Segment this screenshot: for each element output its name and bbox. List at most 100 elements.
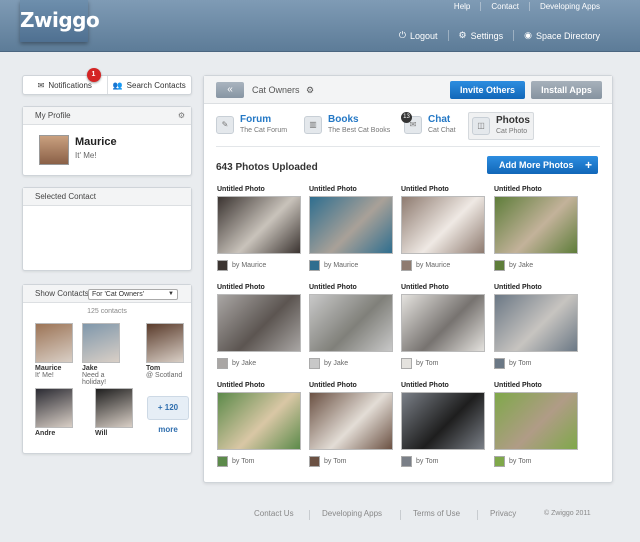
- settings-label: Settings: [470, 30, 504, 41]
- footer-developing-apps-link[interactable]: Developing Apps: [322, 509, 382, 518]
- left-tabs: ✉ Notifications 1 👥 Search Contacts: [22, 68, 192, 95]
- space-directory-link[interactable]: ◉ Space Directory: [513, 30, 610, 41]
- photo-title[interactable]: Untitled Photo: [401, 186, 487, 196]
- app-tab-chat[interactable]: ✉ 13 Chat Cat Chat: [401, 112, 466, 140]
- logout-link[interactable]: ⏻ Logout: [389, 30, 448, 41]
- contact-card[interactable]: Will: [95, 388, 137, 437]
- photo-card[interactable]: Untitled Photo by Tom: [494, 382, 580, 467]
- gear-icon[interactable]: ⚙: [306, 85, 314, 95]
- install-apps-button[interactable]: Install Apps: [531, 81, 602, 99]
- contacts-filter-value: For 'Cat Owners': [92, 291, 145, 298]
- add-more-photos-button[interactable]: Add More Photos +: [487, 156, 598, 174]
- more-contacts-button[interactable]: + 120 more: [147, 396, 189, 434]
- photo-thumbnail[interactable]: [401, 196, 485, 254]
- app-tab-subtitle: The Best Cat Books: [328, 127, 391, 134]
- developing-apps-link[interactable]: Developing Apps: [528, 2, 610, 11]
- search-contacts-tab[interactable]: 👥 Search Contacts: [108, 76, 192, 94]
- photo-card[interactable]: Untitled Photo by Tom: [401, 284, 487, 369]
- photo-card[interactable]: Untitled Photo by Tom: [401, 382, 487, 467]
- photos-count-title: 643 Photos Uploaded: [216, 162, 318, 173]
- notifications-label: Notifications: [48, 80, 92, 90]
- notifications-tab[interactable]: ✉ Notifications 1: [23, 68, 108, 94]
- help-link[interactable]: Help: [444, 2, 480, 11]
- footer-privacy-link[interactable]: Privacy: [490, 509, 516, 518]
- contact-status: It' Me!: [35, 372, 54, 379]
- photo-title[interactable]: Untitled Photo: [401, 284, 487, 294]
- photo-card[interactable]: Untitled Photo by Tom: [309, 382, 395, 467]
- author-avatar[interactable]: [494, 455, 505, 467]
- app-tab-title: Chat: [428, 114, 451, 125]
- zwiggo-logo[interactable]: Zwiggo: [20, 0, 100, 42]
- photo-title[interactable]: Untitled Photo: [401, 382, 487, 392]
- photo-thumbnail[interactable]: [217, 392, 301, 450]
- photo-thumbnail[interactable]: [494, 392, 578, 450]
- photo-author: by Maurice: [401, 259, 487, 271]
- gear-icon[interactable]: ⚙: [178, 107, 185, 125]
- author-avatar[interactable]: [494, 357, 505, 369]
- author-avatar[interactable]: [494, 259, 505, 271]
- photo-card[interactable]: Untitled Photo by Maurice: [217, 186, 303, 271]
- photo-card[interactable]: Untitled Photo by Tom: [494, 284, 580, 369]
- author-avatar[interactable]: [309, 259, 320, 271]
- footer: Contact Us Developing Apps Terms of Use …: [0, 509, 640, 523]
- photo-title[interactable]: Untitled Photo: [309, 186, 395, 196]
- app-tab-forum[interactable]: ✎ Forum The Cat Forum: [216, 112, 296, 140]
- app-tab-photos[interactable]: ◫ Photos Cat Photo: [468, 112, 534, 140]
- author-label: by Jake: [232, 359, 257, 367]
- author-avatar[interactable]: [401, 259, 412, 271]
- contact-card[interactable]: Tom @ Scotland: [146, 323, 188, 379]
- photo-thumbnail[interactable]: [309, 294, 393, 352]
- contacts-search-icon: 👥: [112, 80, 123, 90]
- author-avatar[interactable]: [401, 357, 412, 369]
- photo-thumbnail[interactable]: [217, 294, 301, 352]
- author-avatar[interactable]: [217, 259, 228, 271]
- profile-name[interactable]: Maurice: [75, 136, 117, 148]
- author-avatar[interactable]: [309, 357, 320, 369]
- photo-card[interactable]: Untitled Photo by Maurice: [309, 186, 395, 271]
- photo-title[interactable]: Untitled Photo: [217, 186, 303, 196]
- photo-thumbnail[interactable]: [494, 196, 578, 254]
- photo-card[interactable]: Untitled Photo by Tom: [217, 382, 303, 467]
- photo-thumbnail[interactable]: [494, 294, 578, 352]
- photo-author: by Tom: [309, 455, 395, 467]
- breadcrumb-space[interactable]: Cat Owners: [252, 85, 300, 95]
- photo-thumbnail[interactable]: [401, 392, 485, 450]
- photo-card[interactable]: Untitled Photo by Jake: [217, 284, 303, 369]
- selected-contact-panel: Selected Contact: [22, 187, 192, 271]
- footer-terms-link[interactable]: Terms of Use: [413, 509, 460, 518]
- settings-link[interactable]: ⚙ Settings: [447, 30, 514, 41]
- contact-card[interactable]: Andre: [35, 388, 77, 437]
- avatar[interactable]: [39, 135, 69, 165]
- photo-card[interactable]: Untitled Photo by Jake: [309, 284, 395, 369]
- invite-others-button[interactable]: Invite Others: [450, 81, 525, 99]
- author-avatar[interactable]: [401, 455, 412, 467]
- app-tab-books[interactable]: ▥ Books The Best Cat Books: [304, 112, 396, 140]
- author-avatar[interactable]: [217, 455, 228, 467]
- contacts-filter-select[interactable]: For 'Cat Owners' ▼: [88, 289, 178, 300]
- photo-thumbnail[interactable]: [309, 392, 393, 450]
- contact-card[interactable]: Maurice It' Me!: [35, 323, 77, 379]
- divider: [216, 146, 600, 147]
- photo-title[interactable]: Untitled Photo: [217, 382, 303, 392]
- author-avatar[interactable]: [217, 357, 228, 369]
- photo-title[interactable]: Untitled Photo: [217, 284, 303, 294]
- author-label: by Tom: [232, 457, 255, 465]
- photo-title[interactable]: Untitled Photo: [494, 284, 580, 294]
- photo-thumbnail[interactable]: [217, 196, 301, 254]
- photo-title[interactable]: Untitled Photo: [309, 284, 395, 294]
- photo-card[interactable]: Untitled Photo by Maurice: [401, 186, 487, 271]
- back-button[interactable]: «: [216, 82, 244, 98]
- contact-name: Maurice: [35, 365, 62, 372]
- show-contacts-title: Show Contacts: [35, 289, 89, 298]
- photo-title[interactable]: Untitled Photo: [494, 382, 580, 392]
- author-avatar[interactable]: [309, 455, 320, 467]
- photo-title[interactable]: Untitled Photo: [309, 382, 395, 392]
- footer-contact-link[interactable]: Contact Us: [254, 509, 294, 518]
- my-profile-panel: My Profile ⚙ Maurice It' Me!: [22, 106, 192, 176]
- contact-link[interactable]: Contact: [480, 2, 529, 11]
- photo-thumbnail[interactable]: [309, 196, 393, 254]
- photo-card[interactable]: Untitled Photo by Jake: [494, 186, 580, 271]
- contact-card[interactable]: Jake Need a holiday!: [82, 323, 124, 386]
- photo-title[interactable]: Untitled Photo: [494, 186, 580, 196]
- photo-thumbnail[interactable]: [401, 294, 485, 352]
